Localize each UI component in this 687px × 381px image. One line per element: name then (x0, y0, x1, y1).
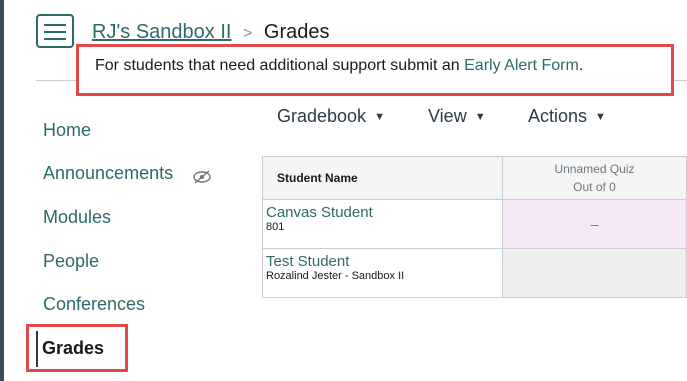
alert-text: For students that need additional suppor… (95, 57, 465, 74)
early-alert-form-link[interactable]: Early Alert Form (464, 57, 579, 74)
breadcrumb: RJ's Sandbox II > Grades (92, 21, 330, 44)
hamburger-menu-icon[interactable] (36, 14, 74, 48)
quiz-points: Out of 0 (573, 180, 616, 194)
gradebook-grid: Student Name Unnamed Quiz Out of 0 Canva… (262, 156, 687, 298)
grade-cell[interactable] (502, 248, 687, 298)
alert-suffix: . (578, 57, 584, 74)
gradebook-menu-label: Gradebook (277, 106, 367, 126)
sidebar-item-home[interactable]: Home (43, 120, 91, 141)
column-header-quiz[interactable]: Unnamed Quiz Out of 0 (502, 156, 687, 200)
sidebar-item-label: Announcements (43, 163, 174, 183)
view-menu-button[interactable]: View ▼ (428, 106, 486, 127)
table-row: Test Student Rozalind Jester - Sandbox I… (262, 248, 687, 298)
sidebar-item-label: People (43, 251, 100, 271)
active-item-indicator (36, 331, 38, 367)
sidebar-item-label: Conferences (43, 294, 146, 314)
breadcrumb-separator-icon: > (243, 25, 253, 42)
student-name-link[interactable]: Test Student (266, 253, 499, 270)
early-alert-banner: For students that need additional suppor… (76, 44, 674, 96)
student-secondary-info: 801 (266, 221, 285, 233)
window-left-border (0, 0, 4, 381)
actions-menu-button[interactable]: Actions ▼ (528, 106, 606, 127)
column-header-student-name[interactable]: Student Name (262, 156, 503, 200)
view-menu-label: View (428, 106, 467, 126)
sidebar-item-modules[interactable]: Modules (43, 207, 111, 228)
sidebar-item-announcements[interactable]: Announcements (43, 163, 212, 184)
grade-cell[interactable]: – (502, 199, 687, 249)
caret-down-icon: ▼ (474, 111, 486, 124)
eye-off-icon (192, 168, 212, 184)
sidebar-item-label: Home (43, 120, 92, 140)
caret-down-icon: ▼ (374, 111, 385, 124)
breadcrumb-current-page: Grades (263, 21, 330, 43)
caret-down-icon: ▼ (595, 111, 606, 124)
sidebar-item-grades[interactable]: Grades (42, 338, 104, 359)
sidebar-item-conferences[interactable]: Conferences (43, 294, 145, 315)
student-name-link[interactable]: Canvas Student (266, 204, 499, 221)
student-secondary-info: Rozalind Jester - Sandbox II (266, 270, 405, 282)
sidebar-item-label: Modules (43, 207, 112, 227)
student-cell: Test Student Rozalind Jester - Sandbox I… (262, 248, 503, 298)
student-cell: Canvas Student 801 (262, 199, 503, 249)
actions-menu-label: Actions (528, 106, 588, 126)
quiz-title: Unnamed Quiz (554, 162, 635, 176)
breadcrumb-course-link[interactable]: RJ's Sandbox II (92, 21, 231, 43)
table-row: Canvas Student 801 – (262, 199, 687, 249)
gradebook-menu-button[interactable]: Gradebook ▼ (277, 106, 385, 127)
sidebar-item-people[interactable]: People (43, 251, 99, 272)
grid-header-row: Student Name Unnamed Quiz Out of 0 (262, 156, 687, 200)
